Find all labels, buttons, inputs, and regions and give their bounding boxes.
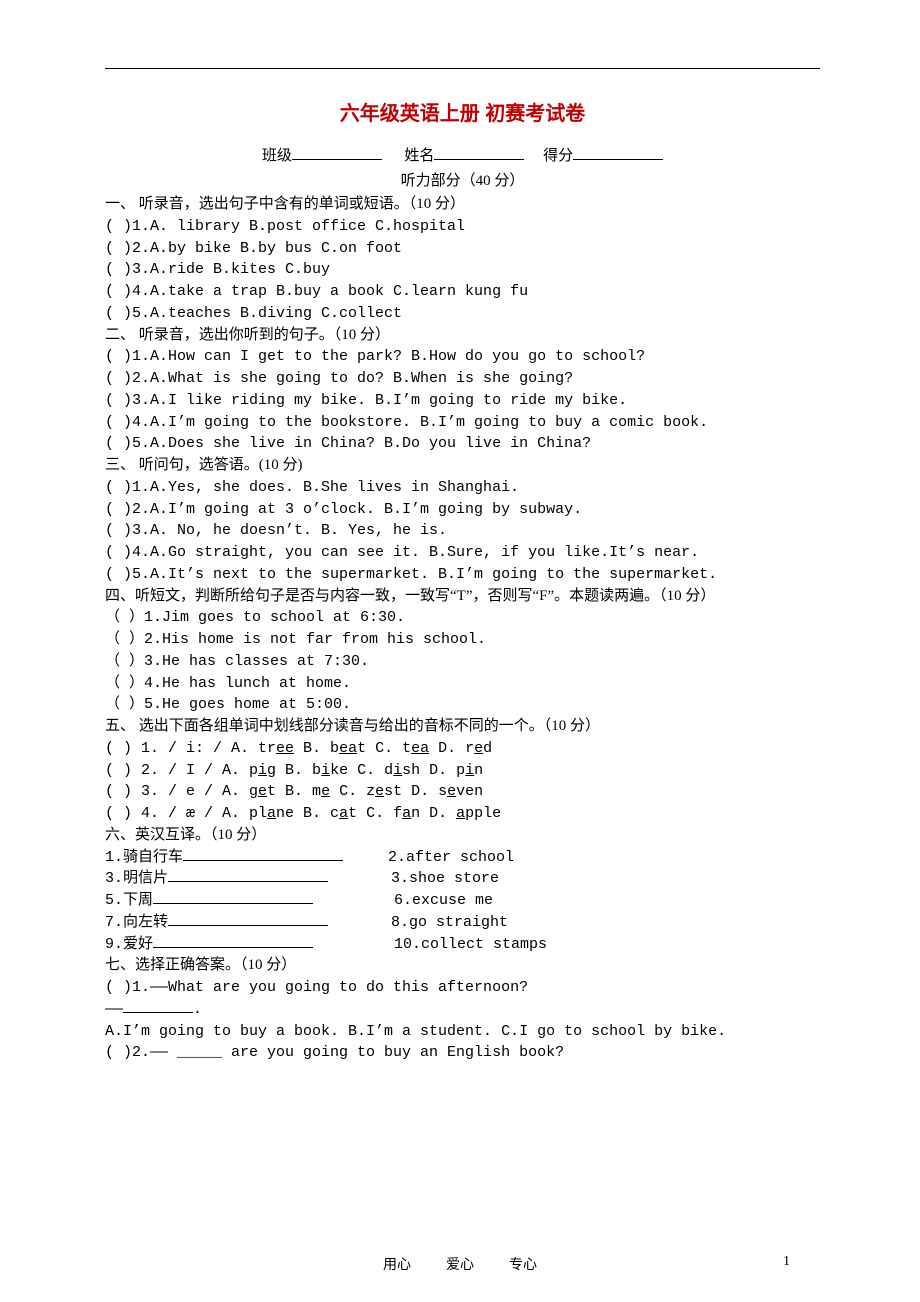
sec4-item: （ ）2.His home is not far from his school… <box>105 629 820 651</box>
footer-word: 专心 <box>509 1258 537 1273</box>
sec5-item: ( ) 2. / I / A. pig B. bike C. dish D. p… <box>105 760 820 782</box>
sec4-item: （ ）4.He has lunch at home. <box>105 673 820 695</box>
name-label: 姓名 <box>404 148 434 164</box>
footer-word: 爱心 <box>446 1258 474 1273</box>
sec6-row: 9.爱好 10.collect stamps <box>105 934 820 956</box>
class-blank[interactable] <box>292 159 382 160</box>
score-blank[interactable] <box>573 159 663 160</box>
sec1-item: ( )1.A. library B.post office C.hospital <box>105 216 820 238</box>
sec3-item: ( )1.A.Yes, she does. B.She lives in Sha… <box>105 477 820 499</box>
sec3-item: ( )2.A.I’m going at 3 o’clock. B.I’m goi… <box>105 499 820 521</box>
sec7-q1-answers: A.I’m going to buy a book. B.I’m a stude… <box>105 1021 820 1043</box>
sec7-q1-line2: ——. <box>105 999 820 1021</box>
sec1-heading: 一、 听录音，选出句子中含有的单词或短语。（10 分） <box>105 194 820 216</box>
name-blank[interactable] <box>434 159 524 160</box>
sec6-row: 7.向左转 8.go straight <box>105 912 820 934</box>
sec2-item: ( )4.A.I’m going to the bookstore. B.I’m… <box>105 412 820 434</box>
fill-blank[interactable] <box>168 925 328 926</box>
body-text: 一、 听录音，选出句子中含有的单词或短语。（10 分） ( )1.A. libr… <box>105 194 820 1064</box>
sec7-q2-line: ( )2.—— _____ are you going to buy an En… <box>105 1042 820 1064</box>
sec4-item: （ ）5.He goes home at 5:00. <box>105 694 820 716</box>
sec5-heading: 五、 选出下面各组单词中划线部分读音与给出的音标不同的一个。（10 分） <box>105 716 820 738</box>
sec5-item: ( ) 1. / i: / A. tree B. beat C. tea D. … <box>105 738 820 760</box>
exam-page: 六年级英语上册 初赛考试卷 班级 姓名 得分 听力部分（40 分） 一、 听录音… <box>0 0 920 1302</box>
sec4-item: （ ）1.Jim goes to school at 6:30. <box>105 607 820 629</box>
sec3-item: ( )3.A. No, he doesn’t. B. Yes, he is. <box>105 520 820 542</box>
sec6-row: 5.下周 6.excuse me <box>105 890 820 912</box>
sec6-row: 3.明信片 3.shoe store <box>105 868 820 890</box>
fill-blank[interactable] <box>153 903 313 904</box>
sec6-row: 1.骑自行车 2.after school <box>105 847 820 869</box>
sec6-heading: 六、英汉互译。（10 分） <box>105 825 820 847</box>
sec4-item: （ ）3.He has classes at 7:30. <box>105 651 820 673</box>
sec5-item: ( ) 4. / æ / A. plane B. cat C. fan D. a… <box>105 803 820 825</box>
sec7-heading: 七、选择正确答案。（10 分） <box>105 955 820 977</box>
sec7-q1-line1: ( )1.——What are you going to do this aft… <box>105 977 820 999</box>
fill-blank[interactable] <box>123 1012 193 1013</box>
sec1-item: ( )5.A.teaches B.diving C.collect <box>105 303 820 325</box>
sec3-item: ( )4.A.Go straight, you can see it. B.Su… <box>105 542 820 564</box>
fill-blank[interactable] <box>183 860 343 861</box>
top-rule <box>105 68 820 69</box>
sec1-item: ( )2.A.by bike B.by bus C.on foot <box>105 238 820 260</box>
sec1-item: ( )3.A.ride B.kites C.buy <box>105 259 820 281</box>
sec1-item: ( )4.A.take a trap B.buy a book C.learn … <box>105 281 820 303</box>
sec2-item: ( )1.A.How can I get to the park? B.How … <box>105 346 820 368</box>
fill-blank[interactable] <box>153 947 313 948</box>
score-label: 得分 <box>543 148 573 164</box>
page-footer: 用心 爱心 专心 1 <box>0 1254 920 1274</box>
sec4-heading: 四、听短文，判断所给句子是否与内容一致，一致写“T”，否则写“F”。本题读两遍。… <box>105 586 820 608</box>
page-title: 六年级英语上册 初赛考试卷 <box>105 97 820 126</box>
sec2-item: ( )2.A.What is she going to do? B.When i… <box>105 368 820 390</box>
student-info-row: 班级 姓名 得分 <box>105 144 820 165</box>
sec3-heading: 三、 听问句，选答语。(10 分) <box>105 455 820 477</box>
sec2-item: ( )5.A.Does she live in China? B.Do you … <box>105 433 820 455</box>
sec5-item: ( ) 3. / e / A. get B. me C. zest D. sev… <box>105 781 820 803</box>
class-label: 班级 <box>262 148 292 164</box>
sec2-item: ( )3.A.I like riding my bike. B.I’m goin… <box>105 390 820 412</box>
footer-word: 用心 <box>383 1258 411 1273</box>
sec2-heading: 二、 听录音，选出你听到的句子。（10 分） <box>105 325 820 347</box>
sec3-item: ( )5.A.It’s next to the supermarket. B.I… <box>105 564 820 586</box>
listening-header: 听力部分（40 分） <box>105 169 820 190</box>
fill-blank[interactable] <box>168 881 328 882</box>
page-number: 1 <box>783 1254 790 1270</box>
